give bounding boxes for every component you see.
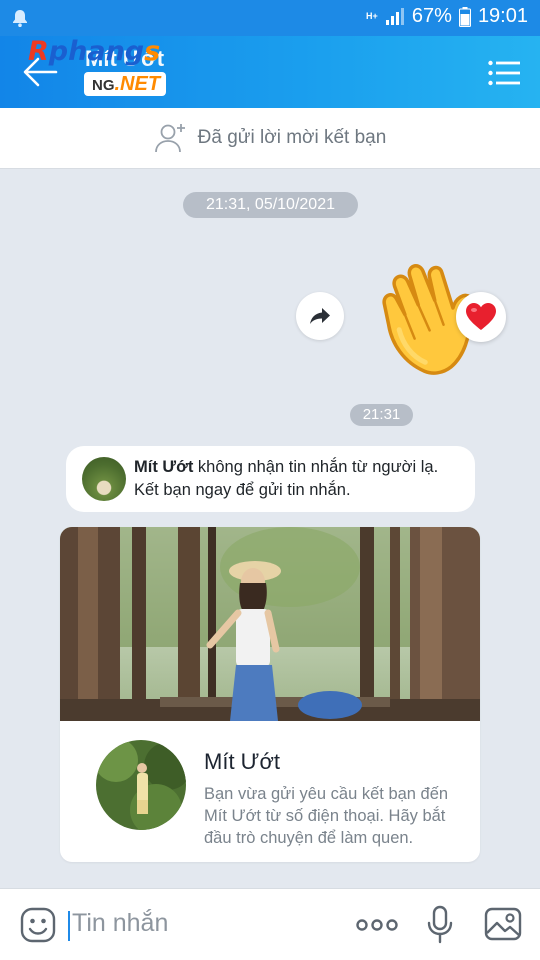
profile-card[interactable]: Mít Ướt Bạn vừa gửi yêu cầu kết bạn đến …: [60, 527, 480, 862]
cover-photo: [60, 527, 480, 721]
back-arrow-icon[interactable]: [22, 56, 58, 88]
date-separator: 21:31, 05/10/2021: [183, 192, 358, 218]
notification-bell-icon: [13, 10, 27, 27]
emoji-icon[interactable]: [20, 907, 56, 943]
friend-request-sent-label: Đã gửi lời mời kết bạn: [197, 127, 387, 148]
avatar[interactable]: [96, 740, 186, 830]
text-caret: [68, 911, 70, 941]
avatar[interactable]: [82, 457, 126, 501]
friend-request-sent-bar[interactable]: Đã gửi lời mời kết bạn: [0, 108, 540, 169]
add-friend-icon: [154, 124, 185, 153]
watermark-logo-badge: NG.NET: [84, 72, 166, 96]
battery-percent: 67%: [411, 5, 452, 27]
share-forward-button[interactable]: [296, 292, 344, 340]
message-time: 21:31: [350, 404, 413, 426]
message-composer: Tin nhắn: [0, 888, 540, 960]
forward-arrow-icon: [310, 308, 330, 324]
chat-header: Mít Ướt Rphangs NG.NET: [0, 36, 540, 108]
profile-name: Mít Ướt: [204, 749, 280, 774]
image-gallery-icon[interactable]: [484, 907, 522, 941]
stranger-notice: Mít Ướt không nhận tin nhắn từ người lạ.…: [66, 446, 475, 512]
stranger-notice-text: Mít Ướt không nhận tin nhắn từ người lạ.…: [134, 458, 439, 499]
network-type-label: H+: [366, 11, 378, 21]
microphone-icon[interactable]: [426, 905, 454, 945]
profile-description: Bạn vừa gửi yêu cầu kết bạn đến Mít Ướt …: [204, 785, 449, 847]
reaction-badge[interactable]: [456, 292, 506, 342]
heart-icon: [466, 303, 496, 330]
menu-list-icon[interactable]: [488, 60, 520, 86]
notice-contact-name[interactable]: Mít Ướt: [134, 458, 193, 476]
message-input[interactable]: Tin nhắn: [72, 909, 168, 938]
status-time: 19:01: [477, 5, 528, 27]
status-bar: H+ 67% 19:01: [0, 0, 540, 36]
battery-icon: [458, 6, 471, 27]
signal-icon: [385, 7, 404, 25]
more-options-icon[interactable]: [356, 917, 398, 933]
